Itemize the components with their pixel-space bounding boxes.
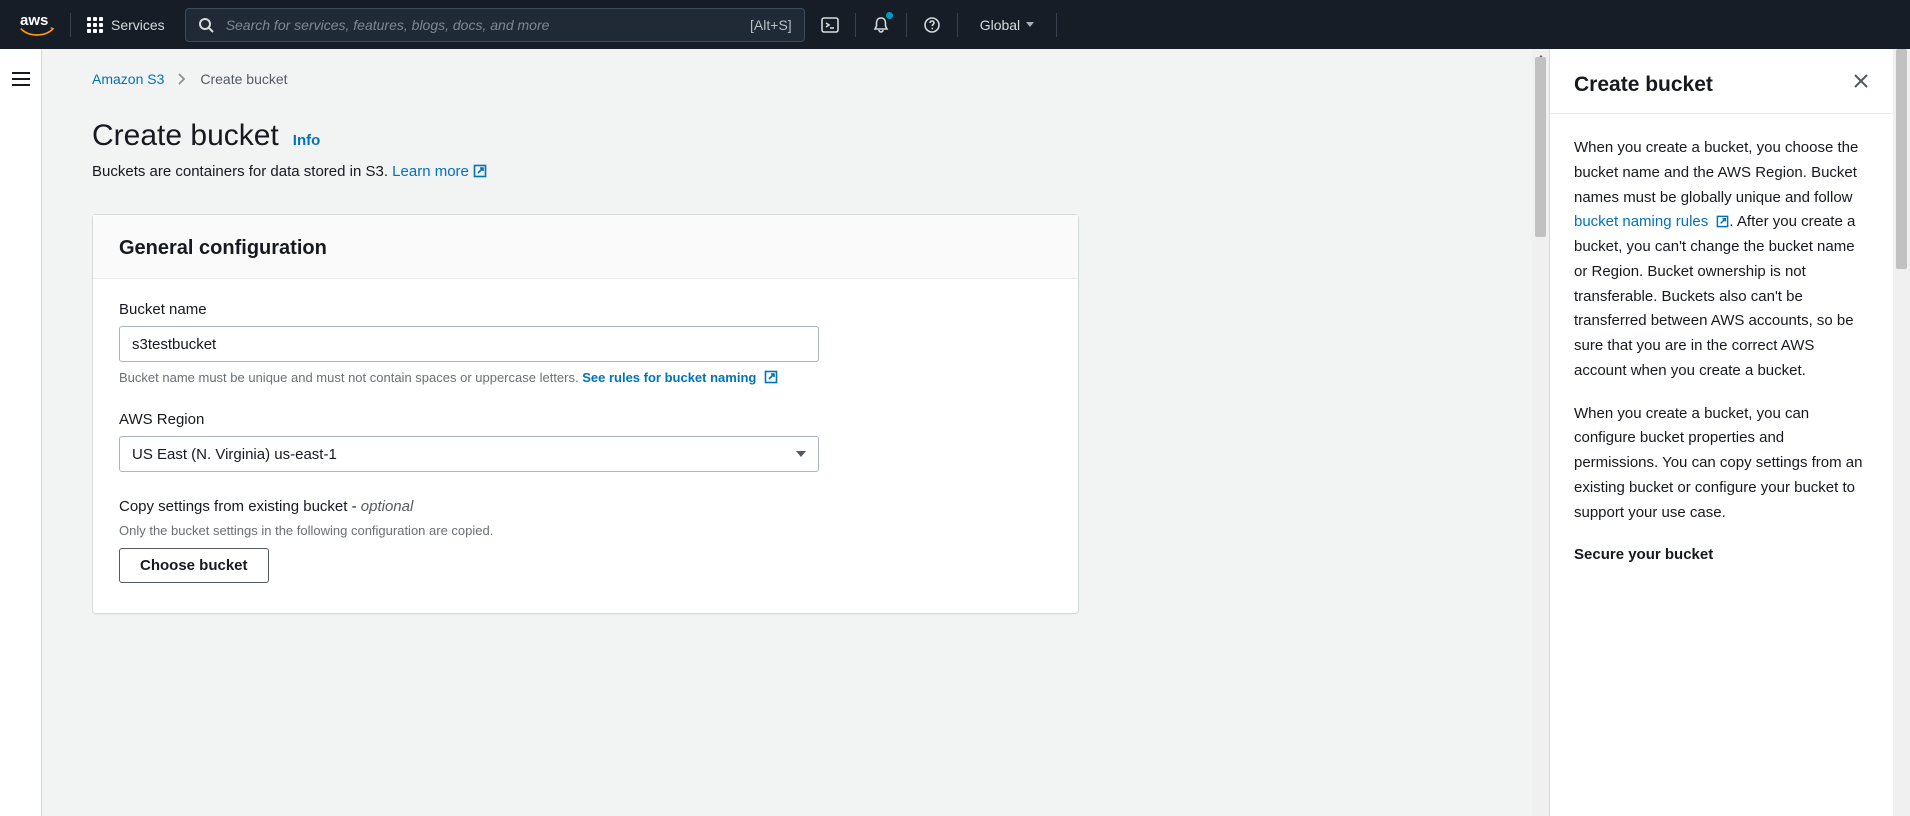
bucket-naming-rules-text: See rules for bucket naming xyxy=(582,370,756,385)
bucket-name-hint: Bucket name must be unique and must not … xyxy=(119,370,1052,385)
scrollbar-thumb[interactable] xyxy=(1896,49,1907,269)
scrollbar-thumb[interactable] xyxy=(1535,57,1546,237)
main-scrollbar[interactable] xyxy=(1532,49,1549,816)
main-content: Amazon S3 Create bucket Create bucket In… xyxy=(42,49,1549,816)
region-selector[interactable]: Global xyxy=(958,0,1056,49)
help-p1-pre: When you create a bucket, you choose the… xyxy=(1574,139,1858,206)
breadcrumb-root-link[interactable]: Amazon S3 xyxy=(92,71,164,87)
aws-region-select[interactable]: US East (N. Virginia) us-east-1 xyxy=(119,436,819,472)
help-bucket-naming-rules-link[interactable]: bucket naming rules xyxy=(1574,213,1729,230)
help-circle-icon xyxy=(923,16,941,34)
nav-divider xyxy=(70,13,71,37)
cloudshell-icon xyxy=(820,15,840,35)
learn-more-text: Learn more xyxy=(392,163,469,180)
services-grid-icon xyxy=(87,17,103,33)
subtitle-text: Buckets are containers for data stored i… xyxy=(92,163,392,180)
external-link-icon xyxy=(473,164,487,178)
chevron-down-icon xyxy=(1026,22,1034,27)
copy-settings-hint: Only the bucket settings in the followin… xyxy=(119,523,1052,538)
external-link-icon xyxy=(1716,215,1729,228)
close-help-panel-button[interactable] xyxy=(1853,73,1869,89)
search-icon xyxy=(198,17,214,33)
help-panel-scrollbar[interactable] xyxy=(1893,49,1910,816)
search-input[interactable] xyxy=(226,17,740,33)
copy-settings-label: Copy settings from existing bucket - opt… xyxy=(119,498,1052,515)
notifications-button[interactable] xyxy=(856,0,906,49)
close-icon xyxy=(1853,73,1869,89)
copy-settings-label-text: Copy settings from existing bucket - xyxy=(119,498,361,515)
learn-more-link[interactable]: Learn more xyxy=(392,163,487,180)
page-subtitle: Buckets are containers for data stored i… xyxy=(92,163,1489,180)
cloudshell-button[interactable] xyxy=(805,0,855,49)
top-nav: aws Services [Alt+S] Global xyxy=(0,0,1910,49)
info-link[interactable]: Info xyxy=(293,132,321,149)
help-panel-title: Create bucket xyxy=(1574,73,1713,97)
help-paragraph-2: When you create a bucket, you can config… xyxy=(1574,402,1869,526)
breadcrumb: Amazon S3 Create bucket xyxy=(92,71,1489,87)
chevron-right-icon xyxy=(178,73,186,85)
help-panel-body: When you create a bucket, you choose the… xyxy=(1550,114,1893,608)
help-p1-link-text: bucket naming rules xyxy=(1574,213,1708,230)
help-button[interactable] xyxy=(907,0,957,49)
help-p1-post: . After you create a bucket, you can't c… xyxy=(1574,213,1855,379)
search-shortcut-hint: [Alt+S] xyxy=(750,17,792,33)
choose-bucket-button[interactable]: Choose bucket xyxy=(119,548,269,583)
help-paragraph-1: When you create a bucket, you choose the… xyxy=(1574,136,1869,384)
external-link-icon xyxy=(764,370,778,384)
aws-region-selected-value: US East (N. Virginia) us-east-1 xyxy=(132,446,337,463)
breadcrumb-current: Create bucket xyxy=(200,71,287,87)
panel-header: General configuration xyxy=(93,215,1078,279)
open-sidebar-button[interactable] xyxy=(11,71,31,87)
services-button[interactable]: Services xyxy=(73,0,179,49)
panel-header-title: General configuration xyxy=(119,237,1052,260)
chevron-down-icon xyxy=(796,451,806,457)
aws-region-label: AWS Region xyxy=(119,411,1052,428)
services-label: Services xyxy=(111,17,165,33)
notification-dot-icon xyxy=(886,12,893,19)
bucket-naming-rules-link[interactable]: See rules for bucket naming xyxy=(582,370,778,385)
optional-label: optional xyxy=(361,498,414,515)
aws-logo[interactable]: aws xyxy=(0,0,68,49)
help-panel: Create bucket When you create a bucket, … xyxy=(1549,49,1893,816)
nav-divider xyxy=(1056,13,1057,37)
bucket-name-label: Bucket name xyxy=(119,301,1052,318)
general-configuration-panel: General configuration Bucket name Bucket… xyxy=(92,214,1079,614)
region-label: Global xyxy=(980,17,1020,33)
page-title: Create bucket xyxy=(92,119,279,153)
nav-search[interactable]: [Alt+S] xyxy=(185,8,805,42)
bucket-name-hint-text: Bucket name must be unique and must not … xyxy=(119,370,582,385)
bucket-name-input[interactable] xyxy=(119,326,819,362)
help-subheading-secure: Secure your bucket xyxy=(1574,543,1869,568)
left-nav-strip xyxy=(0,49,42,816)
hamburger-icon xyxy=(11,71,31,87)
